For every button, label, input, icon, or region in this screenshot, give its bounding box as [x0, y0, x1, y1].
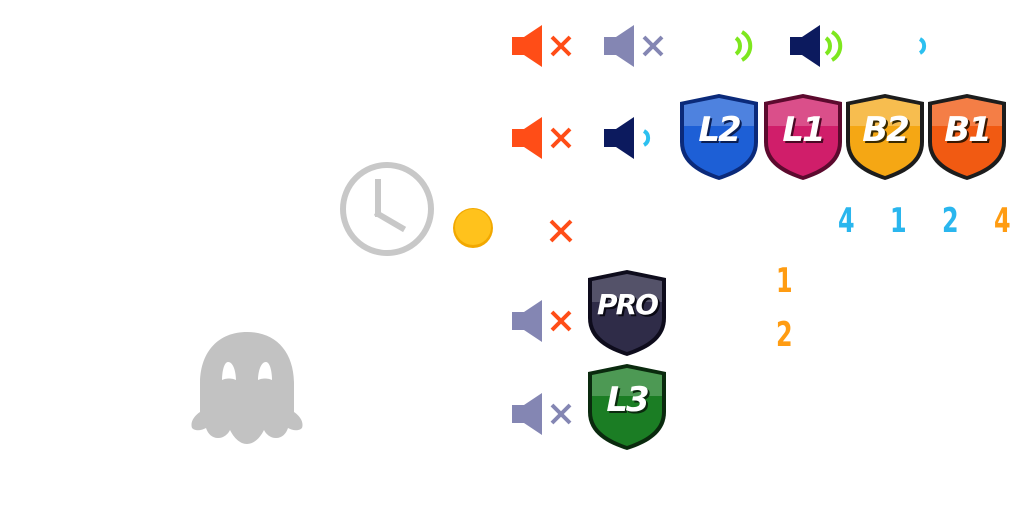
speaker-on-navy[interactable] — [790, 25, 850, 67]
badge-pro: PRO — [586, 268, 668, 358]
coin-icon — [452, 207, 494, 249]
mute-x-icon-orange — [548, 218, 574, 244]
digit-orange-4: 4 — [994, 201, 1011, 241]
badge-b2: B2 — [844, 92, 926, 182]
speaker-mute-orange-1[interactable] — [512, 25, 576, 67]
badge-l1-label: L1 — [782, 110, 825, 150]
digit-orange-1: 1 — [776, 261, 793, 301]
speaker-mute-orange-2[interactable] — [512, 117, 576, 159]
badge-b1-label: B1 — [944, 110, 992, 150]
digit-cyan-2: 2 — [942, 201, 959, 241]
speaker-mute-gray-1[interactable] — [604, 25, 668, 67]
speaker-mute-gray-2[interactable] — [512, 393, 576, 435]
speaker-low-navy[interactable] — [604, 117, 660, 159]
badge-pro-label: PRO — [597, 288, 659, 321]
speaker-mute-gray-orange-x[interactable] — [512, 300, 576, 342]
sound-wave-icon-cyan — [918, 36, 928, 56]
sound-wave-icon-green — [734, 26, 754, 66]
ghost-icon — [188, 328, 306, 448]
badge-l2: L2 — [678, 92, 760, 182]
badge-b2-label: B2 — [862, 110, 910, 150]
digit-orange-2: 2 — [776, 315, 793, 355]
badge-b1: B1 — [926, 92, 1008, 182]
digit-cyan-4: 4 — [838, 201, 855, 241]
badge-l3: L3 — [586, 362, 668, 452]
badge-l3-label: L3 — [606, 380, 649, 420]
clock-icon — [338, 160, 436, 258]
digit-cyan-1: 1 — [890, 201, 907, 241]
badge-l2-label: L2 — [698, 110, 741, 150]
badge-l1: L1 — [762, 92, 844, 182]
